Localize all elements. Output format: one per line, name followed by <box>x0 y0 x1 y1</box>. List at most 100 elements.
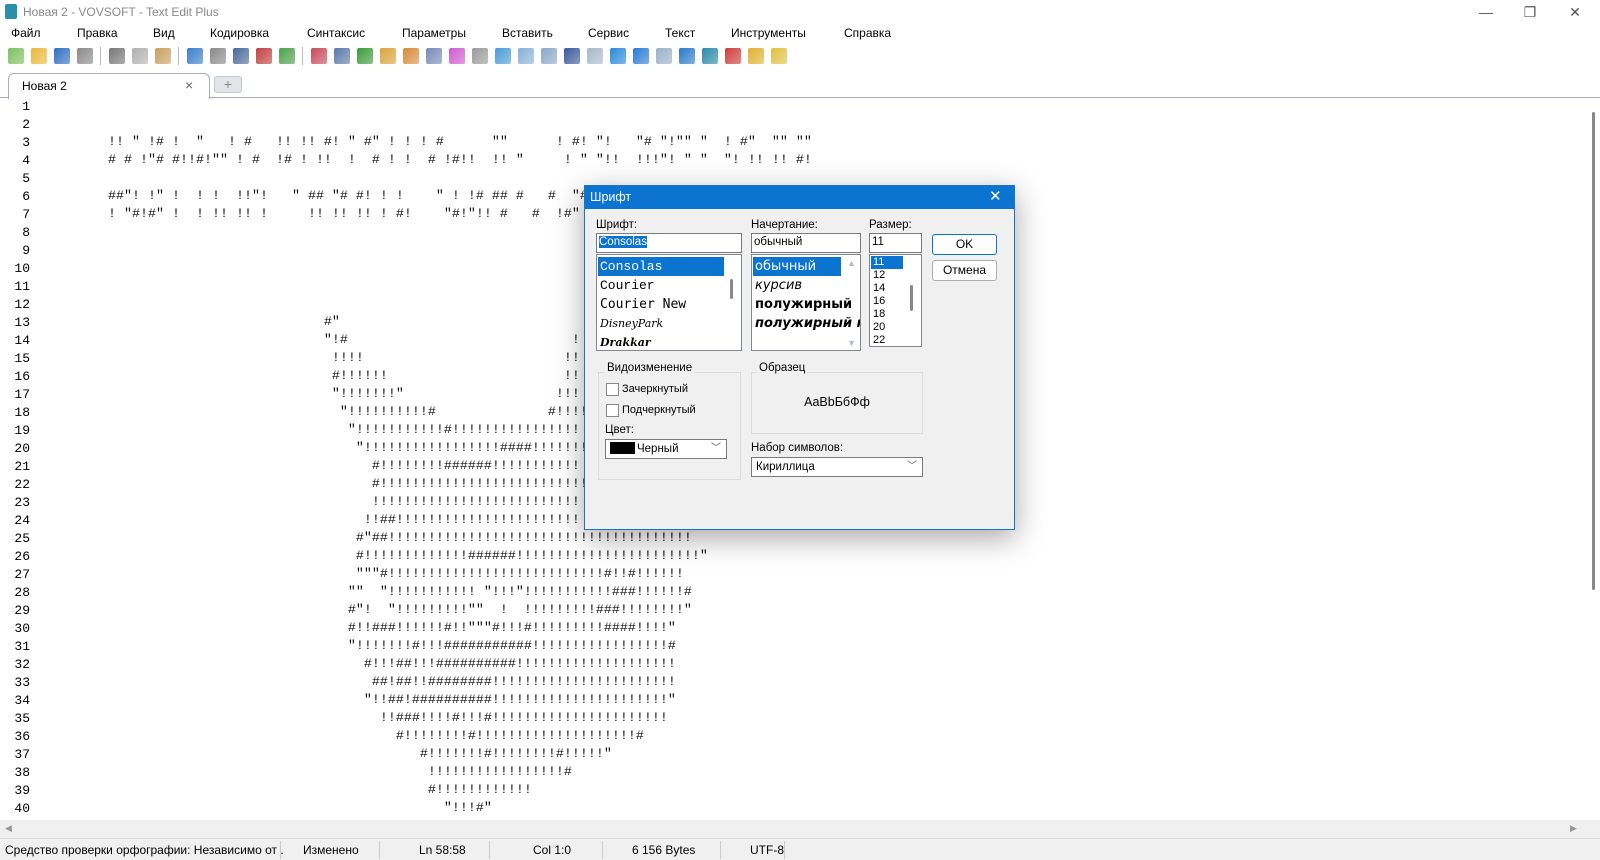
editor-line[interactable]: "!!!#" <box>44 800 492 818</box>
menu-6[interactable]: Вставить <box>502 26 553 40</box>
style-list-item[interactable]: полужирный курсив <box>753 314 860 333</box>
size-list-item[interactable]: 12 <box>871 269 903 282</box>
size-list-item[interactable]: 18 <box>871 308 903 321</box>
size-list[interactable]: 11 12 14 16 18 20 22 <box>869 254 922 347</box>
find-icon[interactable] <box>232 48 249 64</box>
editor-line[interactable]: !!##!!!!!!!!!!!!!!!!!!!!!!! <box>44 512 580 530</box>
lock-remove-icon[interactable] <box>402 48 419 64</box>
editor-line[interactable]: !! " !# ! " ! # !! !! #! " #" ! ! ! # ""… <box>44 134 812 152</box>
size-list-item[interactable]: 14 <box>871 282 903 295</box>
size-list-item[interactable]: 20 <box>871 321 903 334</box>
warning-icon[interactable] <box>747 48 764 64</box>
undo-icon[interactable] <box>186 48 203 64</box>
sort-az-icon[interactable] <box>678 48 695 64</box>
close-button[interactable]: ✕ <box>1555 2 1595 22</box>
pen-icon[interactable] <box>471 48 488 64</box>
editor-line[interactable]: ##!##!!########!!!!!!!!!!!!!!!!!!!!!!! <box>44 674 676 692</box>
scroll-right-icon[interactable]: ▶ <box>1570 823 1577 834</box>
editor-line[interactable]: # # !"# #!!#!"" ! # !# ! !! ! # ! ! # !#… <box>44 152 812 170</box>
filter-icon[interactable] <box>494 48 511 64</box>
arrows-vertical-icon[interactable] <box>632 48 649 64</box>
redo-icon[interactable] <box>209 48 226 64</box>
new-file-icon[interactable] <box>7 48 24 64</box>
cancel-button[interactable]: Отмена <box>932 260 997 281</box>
style-list-item[interactable]: обычный <box>753 257 841 276</box>
tab-new-2[interactable]: Новая 2 × <box>8 73 210 99</box>
editor-line[interactable]: #!!!!!!!!!!!!!!!!!!!!!!!!!! <box>44 476 588 494</box>
menu-4[interactable]: Синтаксис <box>307 26 365 40</box>
editor-line[interactable]: #!!!##!!!##########!!!!!!!!!!!!!!!!!!!! <box>44 656 676 674</box>
editor-line[interactable]: #!!!!!!!!######!!!!!!!!!!! <box>44 458 580 476</box>
editor-line[interactable]: #!!###!!!!!!#!!"""#!!!#!!!!!!!!!####!!!!… <box>44 620 676 638</box>
editor-line[interactable]: #!!!!!! !! <box>44 368 580 386</box>
dialog-close-icon[interactable]: ✕ <box>989 187 1002 205</box>
copy-icon[interactable] <box>131 48 148 64</box>
font-list-item[interactable]: Courier <box>598 276 724 295</box>
tab-close-icon[interactable]: × <box>185 77 193 93</box>
editor-line[interactable]: !!!!!!!!!!!!!!!!!!!!!!!!!! <box>44 494 580 512</box>
mail-icon[interactable] <box>540 48 557 64</box>
editor-line[interactable]: #!!!!!!!!#!!!!!!!!!!!!!!!!!!!!# <box>44 728 644 746</box>
book-icon[interactable] <box>310 48 327 64</box>
menu-1[interactable]: Правка <box>77 26 118 40</box>
horizontal-scrollbar[interactable]: ◀ ▶ <box>0 820 1600 838</box>
editor-line[interactable]: "!!!!!!!#!!!###########!!!!!!!!!!!!!!!!!… <box>44 638 676 656</box>
font-list-item[interactable]: DisneyPark <box>598 314 724 333</box>
menu-7[interactable]: Сервис <box>588 26 629 40</box>
style-list-item[interactable]: курсив <box>753 276 841 295</box>
editor-line[interactable]: !!!! !! <box>44 350 580 368</box>
editor-line[interactable]: "!!!!!!!" !!! <box>44 386 580 404</box>
editor-line[interactable]: !!!!!!!!!!!!!!!!!# <box>44 764 572 782</box>
font-list-item[interactable]: Consolas <box>598 257 724 276</box>
style-input[interactable]: обычный <box>751 233 861 253</box>
vertical-scroll-thumb[interactable] <box>1592 112 1595 590</box>
replace-icon[interactable] <box>255 48 272 64</box>
size-list-item[interactable]: 16 <box>871 295 903 308</box>
strikeout-checkbox[interactable] <box>606 383 619 396</box>
style-list-item[interactable]: полужирный <box>753 295 852 314</box>
keyboard-icon[interactable] <box>586 48 603 64</box>
charset-dropdown[interactable]: Кириллица ﹀ <box>751 457 923 477</box>
editor-line[interactable]: "!!!!!!!!!!!!!!!!!####!!!!!!! <box>44 440 588 458</box>
editor-line[interactable]: "!!!!!!!!!!# #!!!! <box>44 404 588 422</box>
editor-line[interactable]: ! "#!#" ! ! !! !! ! !! !! !! ! #! "#!"!!… <box>44 206 580 224</box>
vertical-scrollbar[interactable] <box>1589 98 1600 820</box>
lock-add-icon[interactable] <box>379 48 396 64</box>
scroll-down-icon[interactable]: ▼ <box>847 338 856 348</box>
editor-line[interactable]: #!!!!!!!#!!!!!!!!#!!!!!" <box>44 746 612 764</box>
arrows-horizontal-icon[interactable] <box>609 48 626 64</box>
menu-5[interactable]: Параметры <box>402 26 466 40</box>
text-style-icon[interactable] <box>425 48 442 64</box>
font-name-input[interactable]: Consolas <box>596 233 742 253</box>
font-color-icon[interactable] <box>356 48 373 64</box>
editor-line[interactable]: #" <box>44 314 340 332</box>
menu-0[interactable]: Файл <box>11 26 41 40</box>
scroll-up-icon[interactable]: ▲ <box>847 258 856 268</box>
monitor-icon[interactable] <box>333 48 350 64</box>
font-list-item[interactable]: Courier New <box>598 295 724 314</box>
menu-3[interactable]: Кодировка <box>210 26 269 40</box>
editor-line[interactable]: """#!!!!!!!!!!!!!!!!!!!!!!!!!!!#!!#!!!!!… <box>44 566 684 584</box>
scroll-left-icon[interactable]: ◀ <box>5 823 12 834</box>
editor-line[interactable]: "" "!!!!!!!!!!! "!!!"!!!!!!!!!!!###!!!!!… <box>44 584 692 602</box>
editor-line[interactable]: "!!!!!!!!!!!#!!!!!!!!!!!!!!!! <box>44 422 580 440</box>
editor-line[interactable]: "!!##!##########!!!!!!!!!!!!!!!!!!!!!!" <box>44 692 676 710</box>
maximize-button[interactable]: ❐ <box>1510 2 1550 22</box>
color-wheel-icon[interactable] <box>448 48 465 64</box>
list-scroll-thumb[interactable] <box>910 285 913 311</box>
print-icon[interactable] <box>76 48 93 64</box>
ok-button[interactable]: OK <box>932 234 997 255</box>
menu-9[interactable]: Инструменты <box>731 26 806 40</box>
editor-line[interactable]: #"! "!!!!!!!!!"" ! !!!!!!!!!###!!!!!!!!" <box>44 602 692 620</box>
table-icon[interactable] <box>517 48 534 64</box>
font-list-item[interactable]: Drakkar <box>598 333 724 350</box>
size-list-item[interactable]: 11 <box>871 256 903 269</box>
font-list[interactable]: Consolas Courier Courier New DisneyPark Drak… <box>596 254 742 351</box>
open-folder-icon[interactable] <box>30 48 47 64</box>
editor-line[interactable]: ##"! !" ! ! ! !!"! " ## "# #! ! ! " ! !#… <box>44 188 588 206</box>
size-input[interactable]: 11 <box>869 233 922 253</box>
color-dropdown[interactable]: Черный ﹀ <box>605 439 727 459</box>
editor-line[interactable]: #!!!!!!!!!!!!!######!!!!!!!!!!!!!!!!!!!!… <box>44 548 708 566</box>
dialog-title-bar[interactable]: Шрифт ✕ <box>585 186 1014 209</box>
numbered-list-icon[interactable] <box>563 48 580 64</box>
